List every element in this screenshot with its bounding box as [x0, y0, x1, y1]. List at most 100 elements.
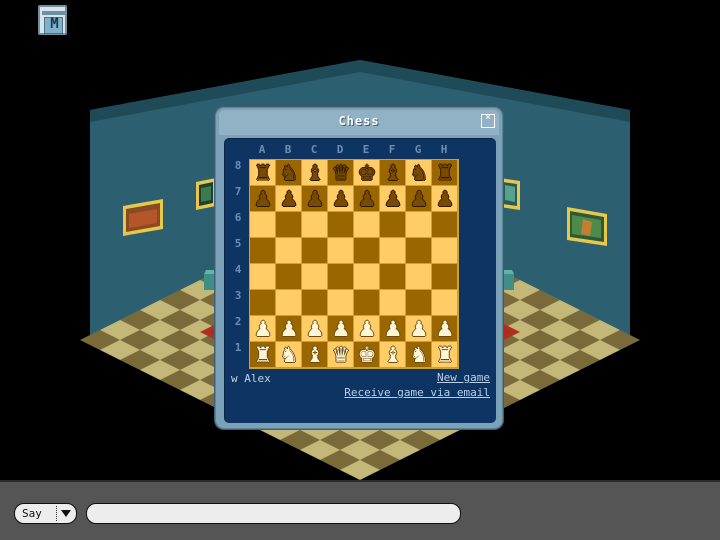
square-c7[interactable]: ♟	[302, 186, 328, 212]
piece-black-n[interactable]: ♞	[406, 160, 432, 186]
chess-window[interactable]: Chess × ABCDEFGH 87654321 ♜ ♞ ♝ ♛ ♚ ♝ ♞ ♜ ♟ ♟ ♟ ♟ ♟ ♟…	[215, 107, 503, 429]
square-a6[interactable]	[250, 212, 276, 238]
square-e3[interactable]	[354, 290, 380, 316]
square-e2[interactable]: ♟	[354, 316, 380, 342]
close-icon[interactable]: ×	[481, 112, 495, 128]
square-d4[interactable]	[328, 264, 354, 290]
square-d7[interactable]: ♟	[328, 186, 354, 212]
square-g4[interactable]	[406, 264, 432, 290]
square-e4[interactable]	[354, 264, 380, 290]
square-h2[interactable]: ♟	[432, 316, 458, 342]
square-f2[interactable]: ♟	[380, 316, 406, 342]
piece-white-p[interactable]: ♟	[380, 316, 406, 342]
piece-black-p[interactable]: ♟	[302, 186, 328, 212]
square-g7[interactable]: ♟	[406, 186, 432, 212]
piece-black-k[interactable]: ♚	[354, 160, 380, 186]
piece-black-p[interactable]: ♟	[432, 186, 458, 212]
square-f4[interactable]	[380, 264, 406, 290]
square-d2[interactable]: ♟	[328, 316, 354, 342]
square-f7[interactable]: ♟	[380, 186, 406, 212]
square-f6[interactable]	[380, 212, 406, 238]
say-dropdown[interactable]: Say	[14, 503, 77, 524]
square-f1[interactable]: ♝	[380, 342, 406, 368]
square-h1[interactable]: ♜	[432, 342, 458, 368]
piece-white-n[interactable]: ♞	[406, 342, 432, 368]
square-a3[interactable]	[250, 290, 276, 316]
square-d5[interactable]	[328, 238, 354, 264]
square-e1[interactable]: ♚	[354, 342, 380, 368]
square-e6[interactable]	[354, 212, 380, 238]
piece-black-p[interactable]: ♟	[380, 186, 406, 212]
square-b7[interactable]: ♟	[276, 186, 302, 212]
square-d1[interactable]: ♛	[328, 342, 354, 368]
piece-white-p[interactable]: ♟	[354, 316, 380, 342]
square-c5[interactable]	[302, 238, 328, 264]
piece-white-p[interactable]: ♟	[406, 316, 432, 342]
piece-black-p[interactable]: ♟	[354, 186, 380, 212]
square-h4[interactable]	[432, 264, 458, 290]
square-a7[interactable]: ♟	[250, 186, 276, 212]
piece-white-k[interactable]: ♚	[354, 342, 380, 368]
square-a4[interactable]	[250, 264, 276, 290]
square-b1[interactable]: ♞	[276, 342, 302, 368]
square-a8[interactable]: ♜	[250, 160, 276, 186]
square-c8[interactable]: ♝	[302, 160, 328, 186]
piece-white-p[interactable]: ♟	[250, 316, 276, 342]
square-b8[interactable]: ♞	[276, 160, 302, 186]
square-g1[interactable]: ♞	[406, 342, 432, 368]
piece-white-b[interactable]: ♝	[380, 342, 406, 368]
square-g5[interactable]	[406, 238, 432, 264]
square-a5[interactable]	[250, 238, 276, 264]
square-d3[interactable]	[328, 290, 354, 316]
square-h6[interactable]	[432, 212, 458, 238]
square-c3[interactable]	[302, 290, 328, 316]
piece-black-r[interactable]: ♜	[250, 160, 276, 186]
piece-black-r[interactable]: ♜	[432, 160, 458, 186]
window-titlebar[interactable]: Chess ×	[219, 110, 499, 135]
square-g6[interactable]	[406, 212, 432, 238]
square-h3[interactable]	[432, 290, 458, 316]
square-h7[interactable]: ♟	[432, 186, 458, 212]
square-c4[interactable]	[302, 264, 328, 290]
piece-white-r[interactable]: ♜	[250, 342, 276, 368]
square-b2[interactable]: ♟	[276, 316, 302, 342]
square-f3[interactable]	[380, 290, 406, 316]
piece-black-p[interactable]: ♟	[276, 186, 302, 212]
receive-game-email-link[interactable]: Receive game via email	[344, 386, 490, 399]
square-b4[interactable]	[276, 264, 302, 290]
piece-white-n[interactable]: ♞	[276, 342, 302, 368]
piece-black-p[interactable]: ♟	[328, 186, 354, 212]
square-b6[interactable]	[276, 212, 302, 238]
piece-black-q[interactable]: ♛	[328, 160, 354, 186]
messenger-window-icon[interactable]: M	[38, 3, 69, 39]
square-e7[interactable]: ♟	[354, 186, 380, 212]
piece-black-p[interactable]: ♟	[406, 186, 432, 212]
square-e5[interactable]	[354, 238, 380, 264]
piece-white-p[interactable]: ♟	[302, 316, 328, 342]
piece-white-b[interactable]: ♝	[302, 342, 328, 368]
piece-white-r[interactable]: ♜	[432, 342, 458, 368]
piece-black-n[interactable]: ♞	[276, 160, 302, 186]
piece-black-b[interactable]: ♝	[302, 160, 328, 186]
square-g2[interactable]: ♟	[406, 316, 432, 342]
square-g3[interactable]	[406, 290, 432, 316]
piece-black-p[interactable]: ♟	[250, 186, 276, 212]
square-h5[interactable]	[432, 238, 458, 264]
square-b5[interactable]	[276, 238, 302, 264]
square-a2[interactable]: ♟	[250, 316, 276, 342]
square-c6[interactable]	[302, 212, 328, 238]
chat-input[interactable]	[86, 503, 461, 524]
piece-white-p[interactable]: ♟	[328, 316, 354, 342]
square-c2[interactable]: ♟	[302, 316, 328, 342]
new-game-link[interactable]: New game	[344, 371, 490, 384]
square-e8[interactable]: ♚	[354, 160, 380, 186]
piece-white-p[interactable]: ♟	[276, 316, 302, 342]
chess-board[interactable]: ♜ ♞ ♝ ♛ ♚ ♝ ♞ ♜ ♟ ♟ ♟ ♟ ♟ ♟ ♟ ♟ ♟ ♟ ♟ ♟ ♟ ♟ ♟ ♟ ♜ ♞ ♝ ♛ ♚ ♝ ♞ ♜	[249, 159, 459, 369]
piece-white-p[interactable]: ♟	[432, 316, 458, 342]
piece-white-q[interactable]: ♛	[328, 342, 354, 368]
square-d8[interactable]: ♛	[328, 160, 354, 186]
square-f5[interactable]	[380, 238, 406, 264]
square-b3[interactable]	[276, 290, 302, 316]
square-c1[interactable]: ♝	[302, 342, 328, 368]
square-d6[interactable]	[328, 212, 354, 238]
